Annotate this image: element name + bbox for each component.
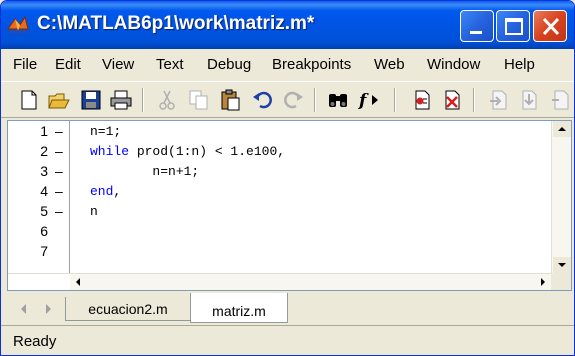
keyword-while: while (90, 144, 130, 159)
status-text: Ready (13, 333, 57, 350)
copy-icon[interactable] (187, 88, 211, 112)
step-in-icon[interactable] (517, 88, 541, 112)
code-line: while prod(1:n) < 1.e100, (90, 144, 286, 159)
scroll-right-arrow[interactable] (534, 274, 551, 290)
keyword-end: end (90, 184, 114, 199)
toolbar-separator (394, 88, 396, 112)
menu-text[interactable]: Text (156, 56, 184, 73)
print-icon[interactable] (109, 88, 133, 112)
step-out-icon[interactable] (549, 88, 573, 112)
toolbar-separator (473, 88, 475, 112)
breakpoint-marker[interactable]: – (55, 203, 63, 219)
line-number: 6 (40, 223, 48, 239)
open-folder-icon[interactable] (47, 88, 71, 112)
function-icon[interactable]: f (357, 88, 381, 112)
code-line: end, (90, 184, 122, 199)
vertical-scrollbar[interactable] (551, 121, 571, 273)
breakpoint-marker[interactable]: – (55, 143, 63, 159)
gutter-footer (8, 273, 70, 290)
menu-window[interactable]: Window (427, 56, 480, 73)
code-area[interactable]: n=1; while prod(1:n) < 1.e100, n=n+1; en… (78, 121, 548, 273)
matlab-icon (7, 15, 29, 35)
scroll-corner (551, 273, 571, 290)
maximize-button[interactable] (496, 10, 530, 42)
breakpoint-marker[interactable]: – (55, 183, 63, 199)
code-editor[interactable]: 1 2 3 4 5 6 7 – – – – – n=1; while prod(… (7, 120, 572, 291)
save-icon[interactable] (79, 88, 103, 112)
line-number: 4 (40, 183, 48, 199)
breakpoint-marker[interactable]: – (55, 163, 63, 179)
menu-edit[interactable]: Edit (55, 56, 81, 73)
tab-matriz[interactable]: matriz.m (190, 293, 288, 323)
line-number: 5 (40, 203, 48, 219)
step-icon[interactable] (487, 88, 511, 112)
code-line: n=n+1; (152, 164, 200, 179)
cut-icon[interactable] (155, 88, 179, 112)
scroll-left-arrow[interactable] (70, 274, 87, 290)
close-button[interactable] (533, 10, 567, 42)
code-line: n (90, 204, 98, 219)
menu-file[interactable]: File (13, 56, 37, 73)
menu-breakpoints[interactable]: Breakpoints (272, 56, 351, 73)
line-number: 1 (40, 123, 48, 139)
toolbar: f (1, 81, 574, 118)
toolbar-separator (142, 88, 144, 112)
minimize-button[interactable] (460, 10, 494, 42)
new-file-icon[interactable] (17, 88, 41, 112)
undo-icon[interactable] (251, 88, 275, 112)
line-number-gutter: 1 2 3 4 5 6 7 – – – – – (8, 121, 70, 273)
menu-view[interactable]: View (102, 56, 134, 73)
line-number: 3 (40, 163, 48, 179)
status-bar: Ready (1, 325, 574, 355)
tab-ecuacion2[interactable]: ecuacion2.m (65, 297, 191, 321)
redo-icon[interactable] (281, 88, 305, 112)
toolbar-separator (314, 88, 316, 112)
line-number: 7 (40, 243, 48, 259)
code-line: n=1; (90, 124, 122, 139)
menu-help[interactable]: Help (504, 56, 535, 73)
title-bar[interactable]: C:\MATLAB6p1\work\matriz.m* (1, 1, 574, 49)
menu-bar: File Edit View Text Debug Breakpoints We… (1, 49, 574, 81)
paste-icon[interactable] (218, 88, 242, 112)
line-number: 2 (40, 143, 48, 159)
scroll-down-arrow[interactable] (553, 257, 571, 273)
tab-scroll-left-icon[interactable] (15, 299, 33, 319)
horizontal-scrollbar[interactable] (70, 273, 551, 290)
editor-window: C:\MATLAB6p1\work\matriz.m* File Edit Vi… (0, 0, 575, 356)
set-breakpoint-icon[interactable] (410, 88, 434, 112)
breakpoint-marker[interactable]: – (55, 123, 63, 139)
find-binoculars-icon[interactable] (326, 88, 350, 112)
menu-web[interactable]: Web (374, 56, 405, 73)
document-tabs: ecuacion2.m matriz.m (1, 293, 574, 325)
svg-text:f: f (358, 91, 369, 111)
scroll-up-arrow[interactable] (553, 121, 571, 137)
clear-breakpoint-icon[interactable] (440, 88, 464, 112)
menu-debug[interactable]: Debug (207, 56, 251, 73)
window-title: C:\MATLAB6p1\work\matriz.m* (37, 13, 315, 34)
tab-scroll-right-icon[interactable] (39, 299, 57, 319)
